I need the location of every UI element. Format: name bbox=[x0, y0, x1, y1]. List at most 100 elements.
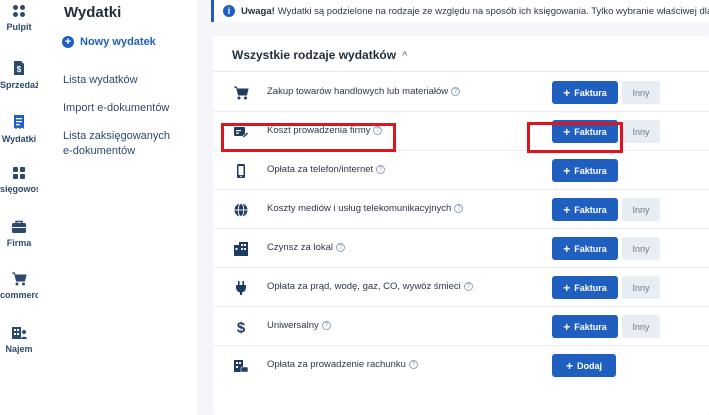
rail-item-wydatki[interactable]: Wydatki bbox=[0, 114, 38, 144]
cart-icon bbox=[234, 86, 249, 100]
grid-icon bbox=[13, 167, 25, 179]
rail-item-firma[interactable]: Firma bbox=[0, 220, 38, 248]
highlight-box-label bbox=[221, 123, 396, 152]
add-invoice-button[interactable]: + Faktura bbox=[552, 81, 618, 104]
sidebar-link-booked-edocs[interactable]: Lista zaksięgowanych bbox=[63, 128, 170, 144]
app-rail: Pulpit $ Sprzedaż Wydatki sięgowość Firm… bbox=[0, 0, 47, 415]
expense-row-text: Uniwersalny bbox=[267, 320, 319, 331]
expense-row-phone: Opłata za telefon/internet ? + Faktura bbox=[213, 152, 709, 190]
plus-icon: + bbox=[563, 241, 571, 256]
add-other-button[interactable]: Inny bbox=[622, 120, 660, 143]
help-icon[interactable]: ? bbox=[336, 243, 345, 252]
button-label: Faktura bbox=[574, 282, 607, 293]
help-icon[interactable]: ? bbox=[376, 165, 386, 174]
sidebar: Wydatki + Nowy wydatek Lista wydatków Im… bbox=[38, 0, 198, 415]
rail-item-ecommerce[interactable]: commerce bbox=[0, 272, 46, 300]
add-invoice-button[interactable]: + Faktura bbox=[552, 159, 618, 182]
plus-icon: + bbox=[563, 163, 571, 178]
svg-text:$: $ bbox=[17, 65, 22, 74]
plus-icon: + bbox=[563, 280, 571, 295]
rail-item-sprzedaz[interactable]: $ Sprzedaż bbox=[0, 60, 40, 90]
rail-label: commerce bbox=[0, 290, 46, 300]
chevron-up-icon: ^ bbox=[402, 50, 408, 60]
add-other-button[interactable]: Inny bbox=[622, 237, 660, 260]
globe-icon bbox=[234, 203, 248, 217]
main-content: i Uwaga! Wydatki są podzielone na rodzaj… bbox=[198, 0, 709, 415]
phone-icon bbox=[237, 164, 245, 178]
add-invoice-button[interactable]: + Faktura bbox=[552, 198, 618, 221]
dollar-icon: $ bbox=[237, 320, 246, 336]
new-expense-label: Nowy wydatek bbox=[80, 36, 156, 48]
expense-types-card: Wszystkie rodzaje wydatków ^ Zakup towar… bbox=[213, 36, 709, 415]
add-button[interactable]: + Dodaj bbox=[552, 354, 616, 377]
add-other-button[interactable]: Inny bbox=[622, 81, 660, 104]
rail-item-ksiegowosc[interactable]: sięgowość bbox=[0, 166, 47, 194]
rail-label: sięgowość bbox=[0, 184, 47, 194]
add-other-button[interactable]: Inny bbox=[622, 276, 660, 299]
button-label: Faktura bbox=[574, 165, 607, 176]
expense-row-rent: Czynsz za lokal ? + Faktura Inny bbox=[213, 230, 709, 268]
sidebar-link-booked-edocs-line2[interactable]: e-dokumentów bbox=[63, 143, 135, 159]
help-icon[interactable]: ? bbox=[321, 321, 331, 330]
expense-row-universal: $ Uniwersalny ? + Faktura Inny bbox=[213, 308, 709, 346]
highlight-box-button bbox=[527, 122, 623, 153]
button-label: Faktura bbox=[574, 321, 607, 332]
document-dollar-icon: $ bbox=[14, 61, 24, 75]
receipt-icon bbox=[14, 115, 24, 129]
rail-label: Firma bbox=[6, 238, 32, 248]
expense-row-text: Czynsz za lokal bbox=[267, 242, 333, 253]
plug-icon bbox=[236, 281, 246, 295]
expense-row-text: Zakup towarów handlowych lub materiałów bbox=[267, 86, 449, 97]
alert-message: Wydatki są podzielone na rodzaje ze wzgl… bbox=[277, 5, 709, 17]
card-header[interactable]: Wszystkie rodzaje wydatków ^ bbox=[232, 48, 407, 62]
add-invoice-button[interactable]: + Faktura bbox=[552, 276, 618, 299]
rail-label: Wydatki bbox=[1, 134, 37, 144]
expense-row-text: Opłata za prowadzenie rachunku bbox=[267, 359, 406, 370]
add-invoice-button[interactable]: + Faktura bbox=[552, 315, 618, 338]
rail-label: Pulpit bbox=[6, 22, 32, 32]
expense-row-text: Opłata za prąd, wodę, gaz, CO, wywóz śmi… bbox=[267, 281, 461, 292]
add-other-button[interactable]: Inny bbox=[622, 315, 660, 338]
add-invoice-button[interactable]: + Faktura bbox=[552, 237, 618, 260]
expense-row-label: Opłata za telefon/internet ? bbox=[267, 164, 386, 175]
cart-icon bbox=[12, 272, 27, 286]
help-icon[interactable]: ? bbox=[463, 282, 473, 291]
expense-row-label: Opłata za prąd, wodę, gaz, CO, wywóz śmi… bbox=[267, 281, 473, 292]
bank-icon bbox=[234, 360, 249, 373]
plus-icon: + bbox=[563, 319, 571, 334]
divider bbox=[213, 71, 709, 72]
expense-row-text: Koszty mediów i usług telekomunikacyjnyc… bbox=[267, 203, 452, 214]
plus-icon: + bbox=[563, 85, 571, 100]
plus-icon: + bbox=[563, 202, 571, 217]
help-icon[interactable]: ? bbox=[408, 360, 418, 369]
building-icon bbox=[234, 242, 248, 256]
expense-row-label: Opłata za prowadzenie rachunku ? bbox=[267, 359, 418, 370]
sidebar-title: Wydatki bbox=[64, 4, 122, 21]
add-other-button[interactable]: Inny bbox=[622, 198, 660, 221]
info-alert: i Uwaga! Wydatki są podzielone na rodzaj… bbox=[211, 0, 709, 22]
rail-item-pulpit[interactable]: Pulpit bbox=[0, 4, 38, 32]
new-expense-button[interactable]: + Nowy wydatek bbox=[62, 36, 156, 48]
plus-circle-icon: + bbox=[62, 36, 74, 48]
expense-row-media: Koszty mediów i usług telekomunikacyjnyc… bbox=[213, 191, 709, 229]
expense-row-goods: Zakup towarów handlowych lub materiałów … bbox=[213, 74, 709, 112]
briefcase-icon bbox=[12, 220, 26, 233]
expense-row-label: Uniwersalny ? bbox=[267, 320, 331, 331]
rail-item-najem[interactable]: Najem bbox=[0, 326, 38, 354]
rail-label: Najem bbox=[5, 344, 33, 354]
help-icon[interactable]: ? bbox=[454, 204, 464, 213]
info-icon: i bbox=[223, 5, 235, 17]
building-icon bbox=[12, 327, 27, 339]
card-title: Wszystkie rodzaje wydatków bbox=[232, 48, 397, 62]
dashboard-icon bbox=[13, 5, 25, 17]
expense-row-label: Koszty mediów i usług telekomunikacyjnyc… bbox=[267, 203, 464, 214]
sidebar-link-import-edocs[interactable]: Import e-dokumentów bbox=[63, 100, 169, 116]
expense-row-bank-account: Opłata za prowadzenie rachunku ? + Dodaj bbox=[213, 347, 709, 385]
svg-text:$: $ bbox=[237, 320, 246, 336]
expense-row-text: Opłata za telefon/internet bbox=[267, 164, 374, 175]
help-icon[interactable]: ? bbox=[451, 87, 461, 96]
button-label: Dodaj bbox=[577, 360, 603, 371]
rail-label: Sprzedaż bbox=[0, 80, 40, 90]
sidebar-link-expense-list[interactable]: Lista wydatków bbox=[63, 72, 138, 88]
expense-row-utilities: Opłata za prąd, wodę, gaz, CO, wywóz śmi… bbox=[213, 269, 709, 307]
